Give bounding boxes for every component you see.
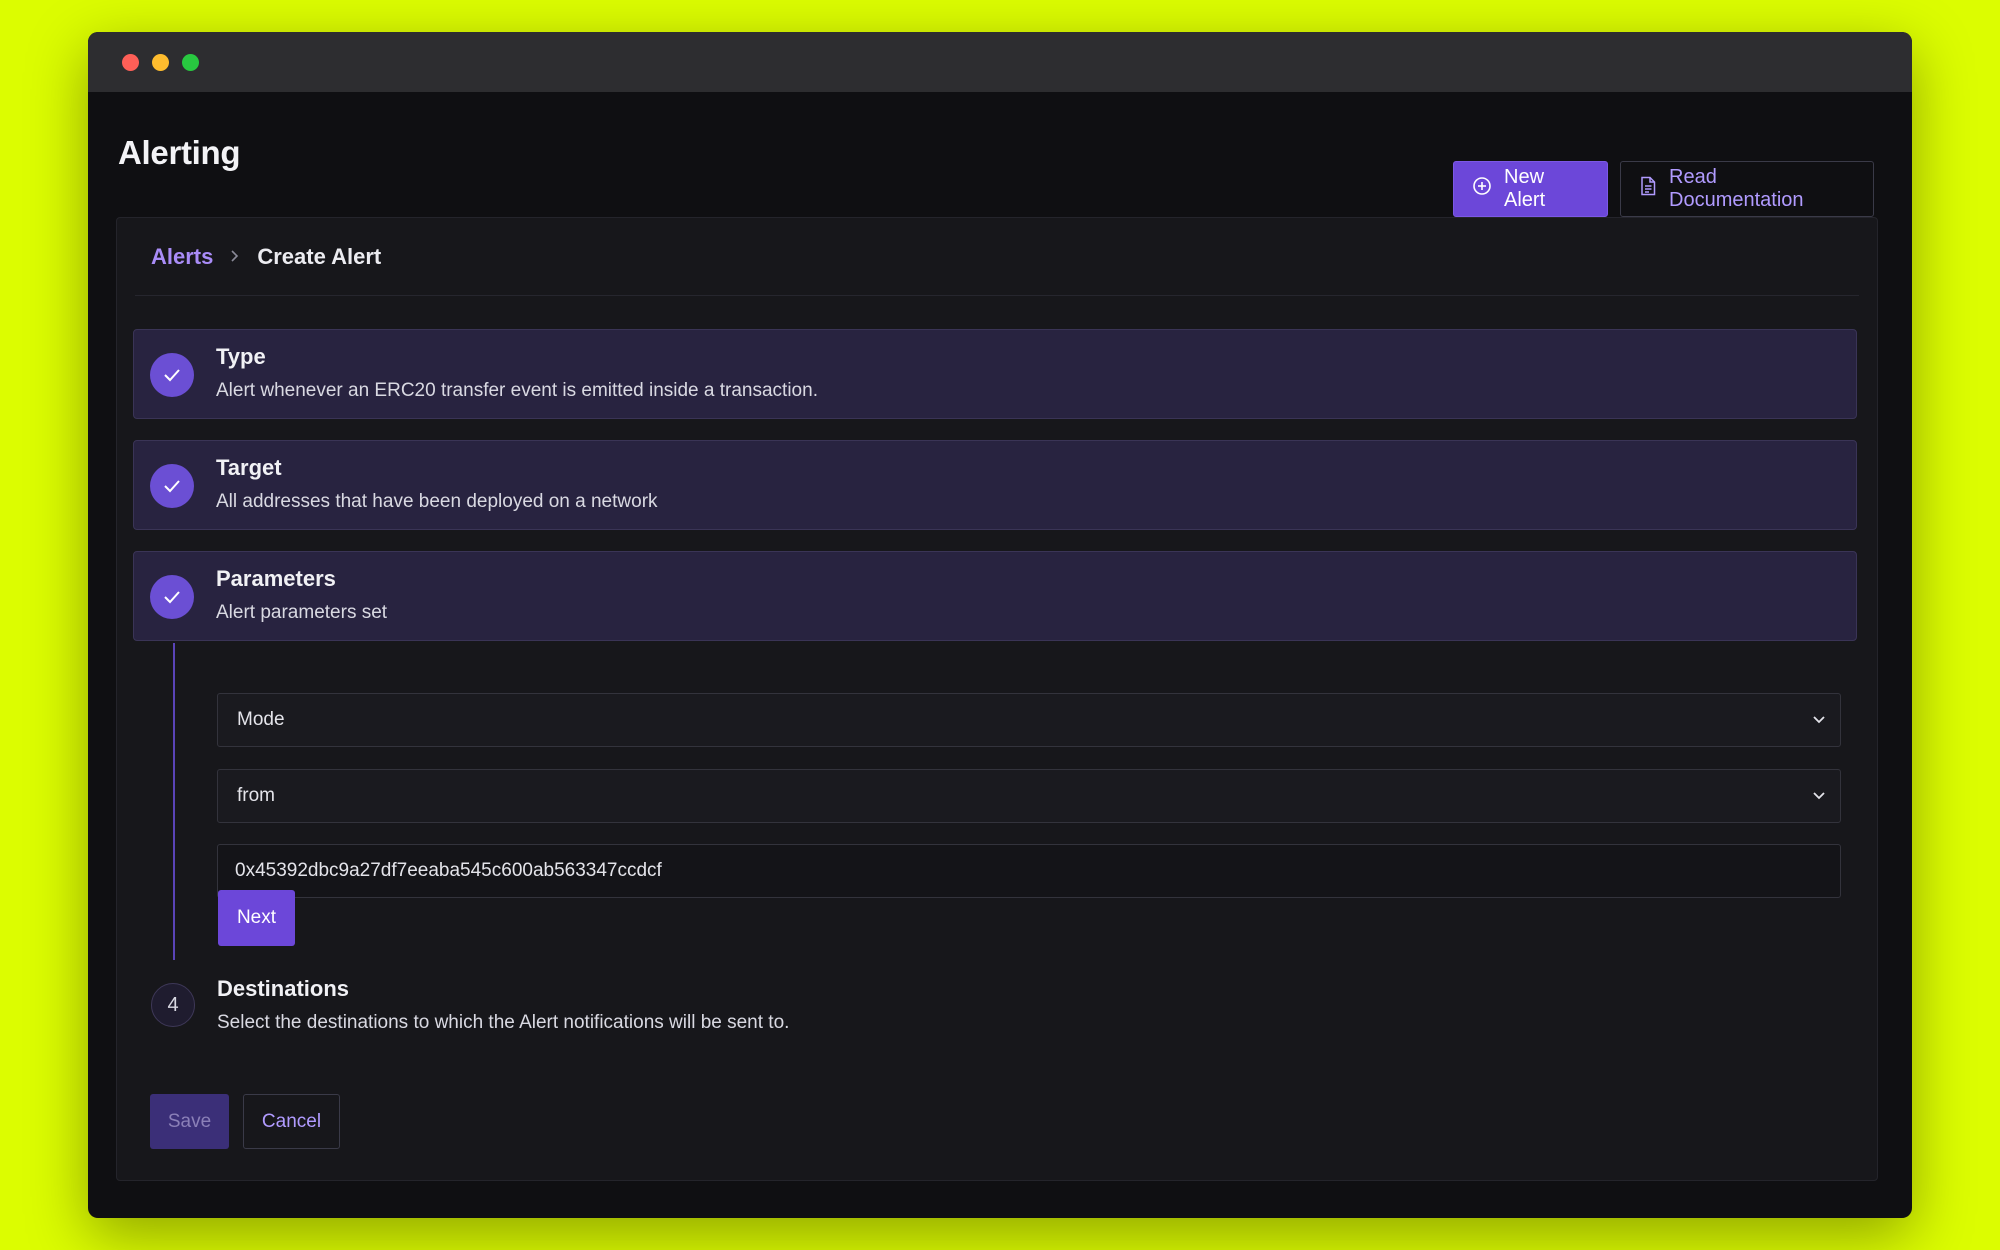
chevron-down-icon xyxy=(1812,709,1826,731)
check-icon xyxy=(150,464,194,508)
step-connector-line xyxy=(173,643,175,960)
step-description: Alert parameters set xyxy=(216,602,388,623)
new-alert-label: New Alert xyxy=(1504,166,1546,211)
close-window-button[interactable] xyxy=(122,54,139,71)
breadcrumb-alerts-link[interactable]: Alerts xyxy=(151,244,213,270)
step-description: All addresses that have been deployed on… xyxy=(216,491,658,512)
breadcrumb-current: Create Alert xyxy=(257,244,382,269)
check-icon xyxy=(150,353,194,397)
step-title: Type xyxy=(216,344,266,369)
mode-select-value: Mode xyxy=(237,709,285,730)
next-button[interactable]: Next xyxy=(218,890,295,946)
direction-select-value: from xyxy=(237,785,275,806)
cancel-button[interactable]: Cancel xyxy=(243,1094,340,1149)
chevron-down-icon xyxy=(1812,785,1826,807)
step-destinations-title[interactable]: Destinations xyxy=(217,976,349,1002)
maximize-window-button[interactable] xyxy=(182,54,199,71)
divider xyxy=(135,295,1859,296)
step-type[interactable]: Type Alert whenever an ERC20 transfer ev… xyxy=(133,329,1857,419)
step-number-badge: 4 xyxy=(151,983,195,1027)
read-documentation-label: Read Documentation xyxy=(1669,166,1804,211)
app-window: Alerting New Alert Read Documentation Al… xyxy=(88,32,1912,1218)
title-bar xyxy=(88,32,1912,92)
plus-circle-icon xyxy=(1472,176,1492,202)
address-input[interactable]: 0x45392dbc9a27df7eeaba545c600ab563347ccd… xyxy=(217,844,1841,898)
step-destinations-description: Select the destinations to which the Ale… xyxy=(217,1012,790,1033)
save-button[interactable]: Save xyxy=(150,1094,229,1149)
create-alert-panel: Alerts Create Alert Type Alert whenever … xyxy=(116,217,1878,1181)
mode-select[interactable]: Mode xyxy=(217,693,1841,747)
new-alert-button[interactable]: New Alert xyxy=(1453,161,1608,217)
step-target[interactable]: Target All addresses that have been depl… xyxy=(133,440,1857,530)
breadcrumb: Alerts Create Alert xyxy=(151,244,381,270)
address-input-value: 0x45392dbc9a27df7eeaba545c600ab563347ccd… xyxy=(235,860,662,881)
page-title: Alerting xyxy=(118,134,241,171)
step-title: Target xyxy=(216,455,282,480)
step-description: Alert whenever an ERC20 transfer event i… xyxy=(216,380,818,401)
read-documentation-button[interactable]: Read Documentation xyxy=(1620,161,1874,217)
chevron-right-icon xyxy=(229,246,241,269)
minimize-window-button[interactable] xyxy=(152,54,169,71)
step-parameters[interactable]: Parameters Alert parameters set xyxy=(133,551,1857,641)
page-header: Alerting New Alert Read Documentation xyxy=(88,92,1912,217)
document-icon xyxy=(1639,176,1657,202)
step-title: Parameters xyxy=(216,566,336,591)
check-icon xyxy=(150,575,194,619)
direction-select[interactable]: from xyxy=(217,769,1841,823)
